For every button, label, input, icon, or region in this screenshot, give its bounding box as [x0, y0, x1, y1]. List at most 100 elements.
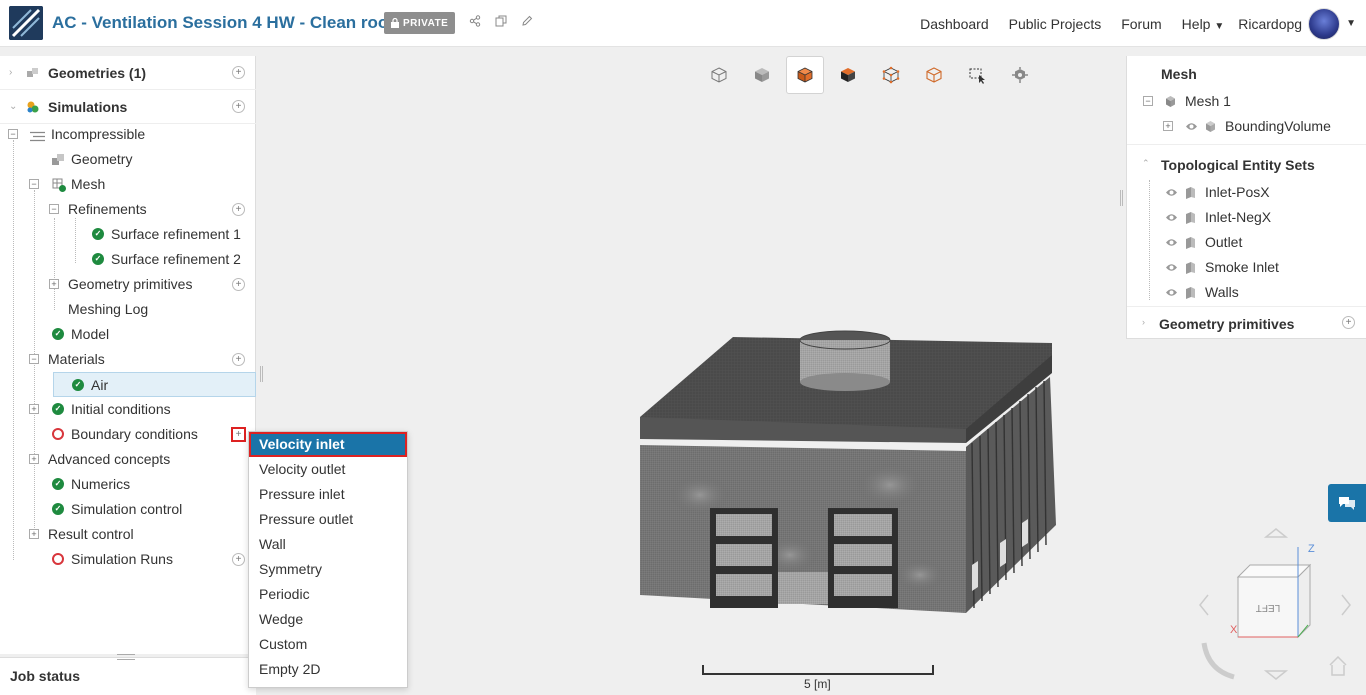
- tree-item-incompressible[interactable]: − Incompressible: [0, 122, 256, 147]
- expand-toggle[interactable]: +: [1163, 121, 1173, 131]
- tree-item-simulation-runs[interactable]: Simulation Runs +: [0, 547, 256, 572]
- tree-item-mesh[interactable]: − Mesh: [0, 172, 256, 197]
- solid-edges-icon[interactable]: [829, 56, 867, 94]
- collapse-toggle[interactable]: −: [8, 129, 18, 139]
- chat-button[interactable]: [1328, 484, 1366, 522]
- mesh-1-item[interactable]: − Mesh 1: [1127, 89, 1366, 114]
- collapse-toggle[interactable]: −: [49, 204, 59, 214]
- add-simulation-run-button[interactable]: +: [232, 553, 245, 566]
- add-refinement-button[interactable]: +: [232, 203, 245, 216]
- add-geometry-primitive-button[interactable]: +: [232, 278, 245, 291]
- chevron-down-icon[interactable]: ⌄: [9, 101, 17, 112]
- add-simulation-button[interactable]: +: [232, 100, 245, 113]
- scale-label: 5 [m]: [804, 677, 831, 691]
- error-ring-icon: [52, 553, 64, 565]
- collapse-toggle[interactable]: −: [1143, 96, 1153, 106]
- job-status-resize-handle[interactable]: [117, 654, 135, 660]
- nav-dashboard[interactable]: Dashboard: [920, 16, 989, 32]
- add-geometry-button[interactable]: +: [232, 66, 245, 79]
- surfaces-with-edges-icon[interactable]: [786, 56, 824, 94]
- menu-item-symmetry[interactable]: Symmetry: [249, 557, 407, 582]
- box-select-icon[interactable]: [958, 56, 996, 94]
- tree-item-model[interactable]: ✓ Model: [0, 322, 256, 347]
- settings-cube-icon[interactable]: [1001, 56, 1039, 94]
- geometries-section[interactable]: › Geometries (1) +: [0, 56, 256, 90]
- tree-item-boundary-conditions[interactable]: Boundary conditions +: [0, 422, 256, 447]
- tree-label: Materials: [48, 351, 105, 367]
- tree-item-initial-conditions[interactable]: + ✓ Initial conditions: [0, 397, 256, 422]
- eye-icon[interactable]: [1185, 120, 1198, 133]
- tree-item-numerics[interactable]: ✓ Numerics: [0, 472, 256, 497]
- eye-icon[interactable]: [1165, 261, 1178, 274]
- topo-item-label: Inlet-PosX: [1205, 184, 1270, 200]
- menu-item-velocity-outlet[interactable]: Velocity outlet: [249, 457, 407, 482]
- chevron-down-icon: ▼: [1346, 18, 1356, 29]
- points-cube-icon[interactable]: [872, 56, 910, 94]
- eye-icon[interactable]: [1165, 211, 1178, 224]
- tree-item-advanced-concepts[interactable]: + Advanced concepts: [0, 447, 256, 472]
- menu-item-pressure-inlet[interactable]: Pressure inlet: [249, 482, 407, 507]
- tree-item-geometry-primitives[interactable]: + Geometry primitives +: [0, 272, 256, 297]
- collapse-toggle[interactable]: −: [29, 354, 39, 364]
- tree-item-geometry[interactable]: Geometry: [0, 147, 256, 172]
- wireframe-cube-icon[interactable]: [700, 56, 738, 94]
- job-status-panel[interactable]: Job status: [0, 654, 256, 695]
- clean-room-3d-model[interactable]: [620, 325, 1070, 620]
- tree-item-result-control[interactable]: + Result control: [0, 522, 256, 547]
- expand-toggle[interactable]: +: [49, 279, 59, 289]
- right-panel-resize-handle[interactable]: [1120, 190, 1123, 206]
- nav-public-projects[interactable]: Public Projects: [1009, 16, 1102, 32]
- tree-item-refinements[interactable]: − Refinements +: [0, 197, 256, 222]
- menu-item-custom[interactable]: Custom: [249, 632, 407, 657]
- nav-help[interactable]: Help ▼: [1182, 16, 1225, 32]
- outline-cube-icon[interactable]: [915, 56, 953, 94]
- collapse-toggle[interactable]: −: [29, 179, 39, 189]
- tree-item-air[interactable]: ✓ Air: [53, 372, 256, 397]
- add-material-button[interactable]: +: [232, 353, 245, 366]
- menu-item-wedge[interactable]: Wedge: [249, 607, 407, 632]
- tree-label: Geometry: [71, 151, 133, 167]
- tree-item-surface-refinement-2[interactable]: ✓ Surface refinement 2: [0, 247, 256, 272]
- add-geometry-primitive-button[interactable]: +: [1342, 316, 1355, 329]
- expand-toggle[interactable]: +: [29, 454, 39, 464]
- user-menu[interactable]: Ricardopg ▼: [1238, 7, 1356, 40]
- menu-item-periodic[interactable]: Periodic: [249, 582, 407, 607]
- nav-forum[interactable]: Forum: [1121, 16, 1161, 32]
- tree-item-meshing-log[interactable]: Meshing Log: [0, 297, 256, 322]
- eye-icon[interactable]: [1165, 286, 1178, 299]
- bounding-volume-item[interactable]: + BoundingVolume: [1127, 114, 1366, 139]
- tree-item-materials[interactable]: − Materials +: [0, 347, 256, 372]
- menu-item-wall[interactable]: Wall: [249, 532, 407, 557]
- shaded-cube-icon[interactable]: [743, 56, 781, 94]
- geometry-primitives-section[interactable]: › Geometry primitives +: [1127, 308, 1366, 338]
- scene-tree-panel: Mesh − Mesh 1 + BoundingVolume ⌃ Topolog…: [1126, 56, 1366, 339]
- chevron-right-icon[interactable]: ›: [9, 67, 12, 78]
- share-icon[interactable]: [466, 14, 484, 32]
- eye-icon[interactable]: [1165, 186, 1178, 199]
- menu-item-pressure-outlet[interactable]: Pressure outlet: [249, 507, 407, 532]
- mesh-section[interactable]: Mesh: [1127, 58, 1366, 88]
- expand-toggle[interactable]: +: [29, 404, 39, 414]
- eye-icon[interactable]: [1165, 236, 1178, 249]
- menu-item-empty-2d[interactable]: Empty 2D: [249, 657, 407, 682]
- menu-item-velocity-inlet[interactable]: Velocity inlet: [249, 432, 407, 457]
- simscale-logo-icon[interactable]: [9, 6, 43, 40]
- copy-icon[interactable]: [492, 14, 510, 32]
- left-panel-resize-handle[interactable]: [260, 366, 263, 382]
- topo-item-inlet-posx[interactable]: Inlet-PosX: [1127, 180, 1366, 205]
- simulations-section[interactable]: ⌄ Simulations +: [0, 90, 256, 124]
- add-boundary-condition-button[interactable]: +: [231, 427, 246, 442]
- topo-item-smoke-inlet[interactable]: Smoke Inlet: [1127, 255, 1366, 280]
- topo-item-inlet-negx[interactable]: Inlet-NegX: [1127, 205, 1366, 230]
- view-cube-navigator[interactable]: LEFT Z X: [1190, 525, 1360, 685]
- tree-label: Boundary conditions: [71, 426, 198, 442]
- topo-item-walls[interactable]: Walls: [1127, 280, 1366, 305]
- chevron-up-icon[interactable]: ⌃: [1142, 158, 1150, 169]
- edit-pencil-icon[interactable]: [518, 14, 536, 32]
- expand-toggle[interactable]: +: [29, 529, 39, 539]
- tree-item-simulation-control[interactable]: ✓ Simulation control: [0, 497, 256, 522]
- tree-item-surface-refinement-1[interactable]: ✓ Surface refinement 1: [0, 222, 256, 247]
- topo-item-outlet[interactable]: Outlet: [1127, 230, 1366, 255]
- chevron-right-icon[interactable]: ›: [1142, 317, 1145, 327]
- topological-entity-sets-section[interactable]: ⌃ Topological Entity Sets: [1127, 149, 1366, 179]
